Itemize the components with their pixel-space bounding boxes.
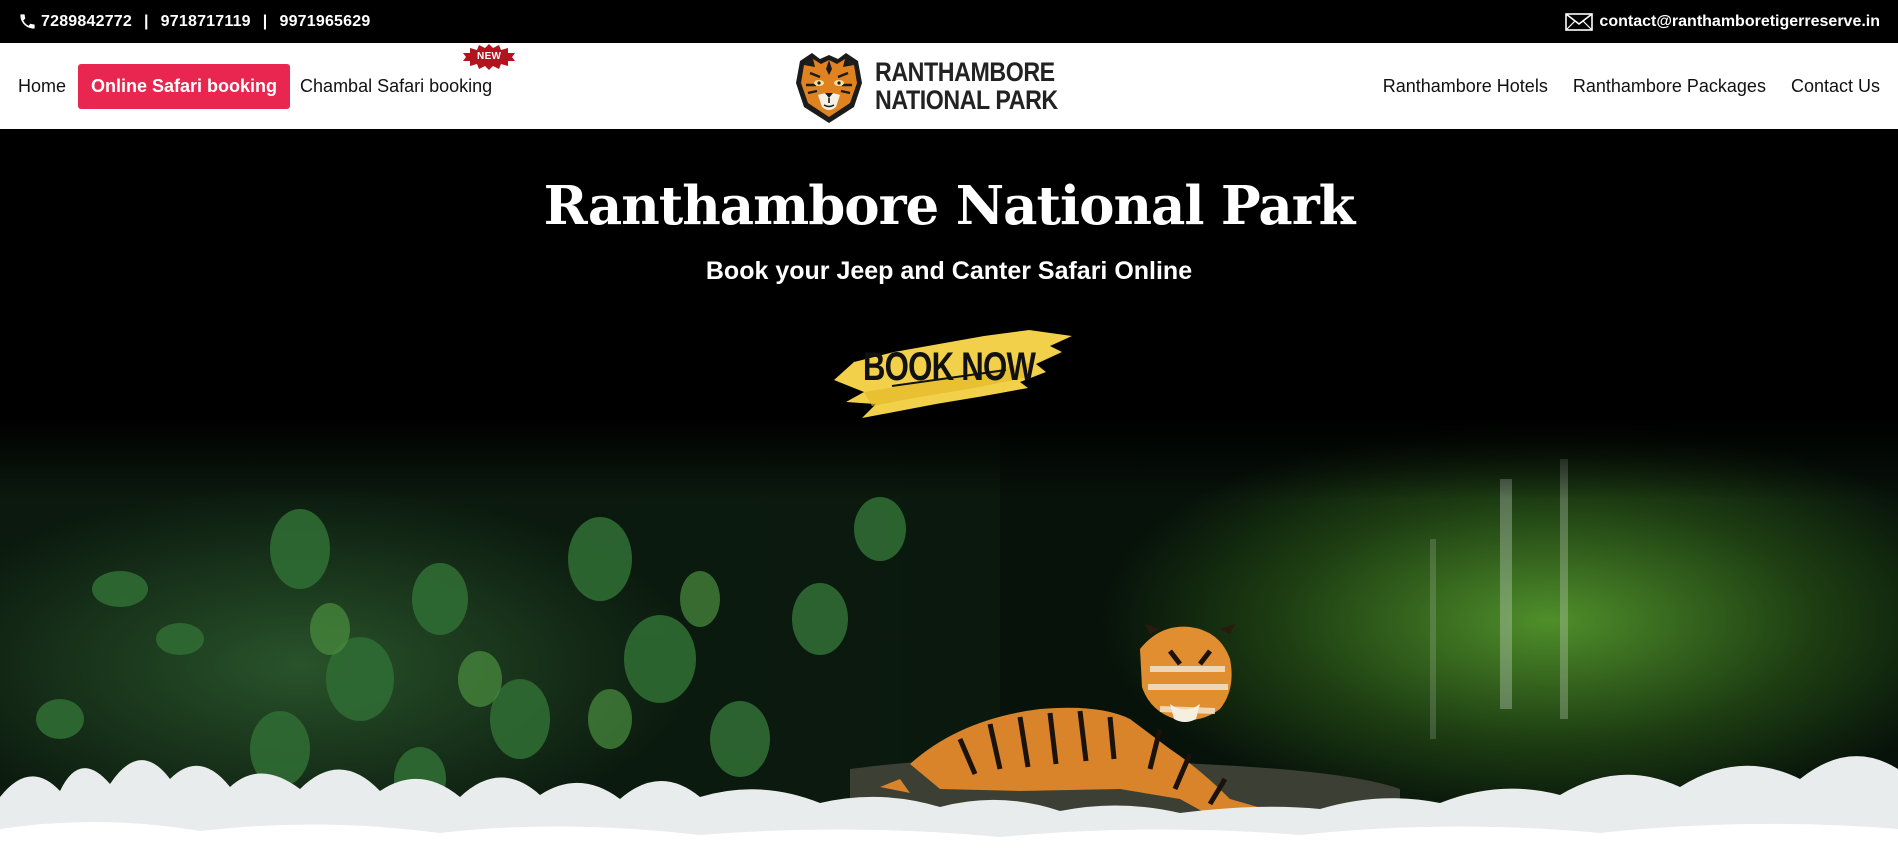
phone-separator: | [143,12,149,30]
top-contact-bar: 7289842772 | 9718717119 | 9971965629 con… [0,0,1898,43]
jungle-tiger-image [0,419,1898,867]
new-badge: NEW [462,43,516,70]
phone-link-2[interactable]: 9718717119 [161,13,251,31]
nav-ranthambore-hotels[interactable]: Ranthambore Hotels [1383,76,1548,97]
logo-line-1: RANTHAMBORE [875,57,1055,87]
phone-numbers: 7289842772 | 9718717119 | 9971965629 [18,12,370,31]
nav-chambal-wrapper: Chambal Safari booking NEW [300,43,516,97]
nav-left: Home Online Safari booking Chambal Safar… [18,43,516,109]
book-now-button[interactable]: BOOK NOW [824,322,1074,422]
phone-icon [18,12,37,31]
phone-link-1[interactable]: 7289842772 [41,13,132,31]
email-link[interactable]: contact@ranthamboretigerreserve.in [1599,13,1880,31]
tiger-logo-icon [790,47,868,125]
mail-icon [1565,12,1594,32]
hero-subtitle: Book your Jeep and Canter Safari Online [705,257,1193,285]
nav-online-safari-booking-button[interactable]: Online Safari booking [78,63,291,109]
phone-link-3[interactable]: 9971965629 [279,13,370,31]
book-now-label: BOOK NOW [862,345,1036,389]
nav-right: Ranthambore Hotels Ranthambore Packages … [1358,76,1880,97]
logo-wordmark: RANTHAMBORE NATIONAL PARK [875,58,1058,114]
phone-separator: | [262,12,268,30]
nav-home[interactable]: Home [18,76,66,97]
nav-contact-us[interactable]: Contact Us [1791,76,1880,97]
logo-line-2: NATIONAL PARK [875,85,1058,115]
site-logo[interactable]: RANTHAMBORE NATIONAL PARK [790,46,1088,126]
new-badge-label: NEW [477,50,502,62]
nav-chambal-safari-booking[interactable]: Chambal Safari booking [300,76,492,96]
hero-title: Ranthambore National Park [543,175,1356,237]
nav-ranthambore-packages[interactable]: Ranthambore Packages [1573,76,1766,97]
email-contact: contact@ranthamboretigerreserve.in [1565,12,1880,32]
hero-banner: Ranthambore National Park Book your Jeep… [0,129,1898,867]
